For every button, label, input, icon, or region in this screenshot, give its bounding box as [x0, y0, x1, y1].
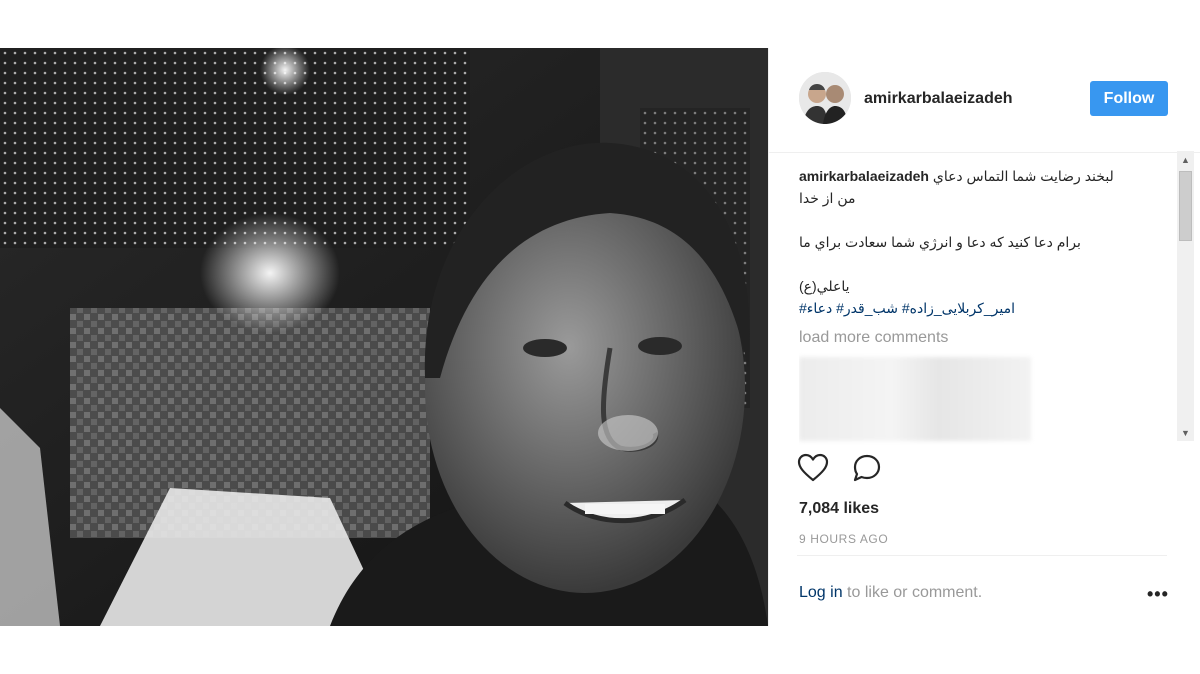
post-sidebar: amirkarbalaeizadeh Follow لبخند رضايت شم… [768, 48, 1200, 626]
selfie-image [0, 48, 768, 626]
avatar-photo-icon [799, 72, 851, 124]
more-options-icon[interactable]: ••• [1147, 584, 1169, 605]
likes-count[interactable]: 7,084 likes [799, 500, 879, 518]
comments-scrollbar[interactable]: ▲ ▼ [1177, 151, 1194, 441]
comment-bubble-icon[interactable] [851, 453, 883, 483]
login-link[interactable]: Log in [799, 584, 843, 601]
caption-username[interactable]: amirkarbalaeizadeh [799, 168, 929, 184]
post-header: amirkarbalaeizadeh Follow [769, 48, 1200, 153]
caption-hashtags[interactable]: امیر_کربلایی_زاده# شب_قدر# دعاء# [799, 297, 1149, 319]
blurred-comment [799, 357, 1031, 441]
caption-text-line2: من از خدا [799, 190, 856, 206]
comments-section: لبخند رضايت شما التماس دعاي amirkarbalae… [799, 165, 1179, 445]
login-prompt-text: to like or comment. [842, 584, 983, 601]
post-photo[interactable] [0, 48, 768, 626]
post-timestamp[interactable]: 9 HOURS AGO [799, 532, 888, 546]
divider [797, 555, 1167, 556]
scrollbar-thumb[interactable] [1179, 171, 1192, 241]
caption-first-line: لبخند رضايت شما التماس دعاي amirkarbalae… [799, 165, 1149, 187]
caption-text-line3: برام دعا كنيد كه دعا و انرژي شما سعادت ب… [799, 234, 1081, 250]
load-more-comments-link[interactable]: load more comments [799, 327, 1179, 349]
caption-text-line1: لبخند رضايت شما التماس دعاي [932, 168, 1114, 184]
caption-text-line4: ياعلي(ع) [799, 278, 850, 294]
follow-button[interactable]: Follow [1090, 81, 1168, 116]
instagram-post: amirkarbalaeizadeh Follow لبخند رضايت شم… [0, 48, 1200, 626]
post-actions [797, 453, 901, 493]
scroll-up-arrow-icon[interactable]: ▲ [1177, 151, 1194, 168]
scroll-down-arrow-icon[interactable]: ▼ [1177, 424, 1194, 441]
caption: لبخند رضايت شما التماس دعاي amirkarbalae… [799, 165, 1149, 319]
login-prompt: Log in to like or comment. [799, 584, 982, 602]
avatar[interactable] [799, 72, 851, 124]
post-username[interactable]: amirkarbalaeizadeh [864, 90, 1013, 108]
heart-icon[interactable] [797, 453, 829, 483]
